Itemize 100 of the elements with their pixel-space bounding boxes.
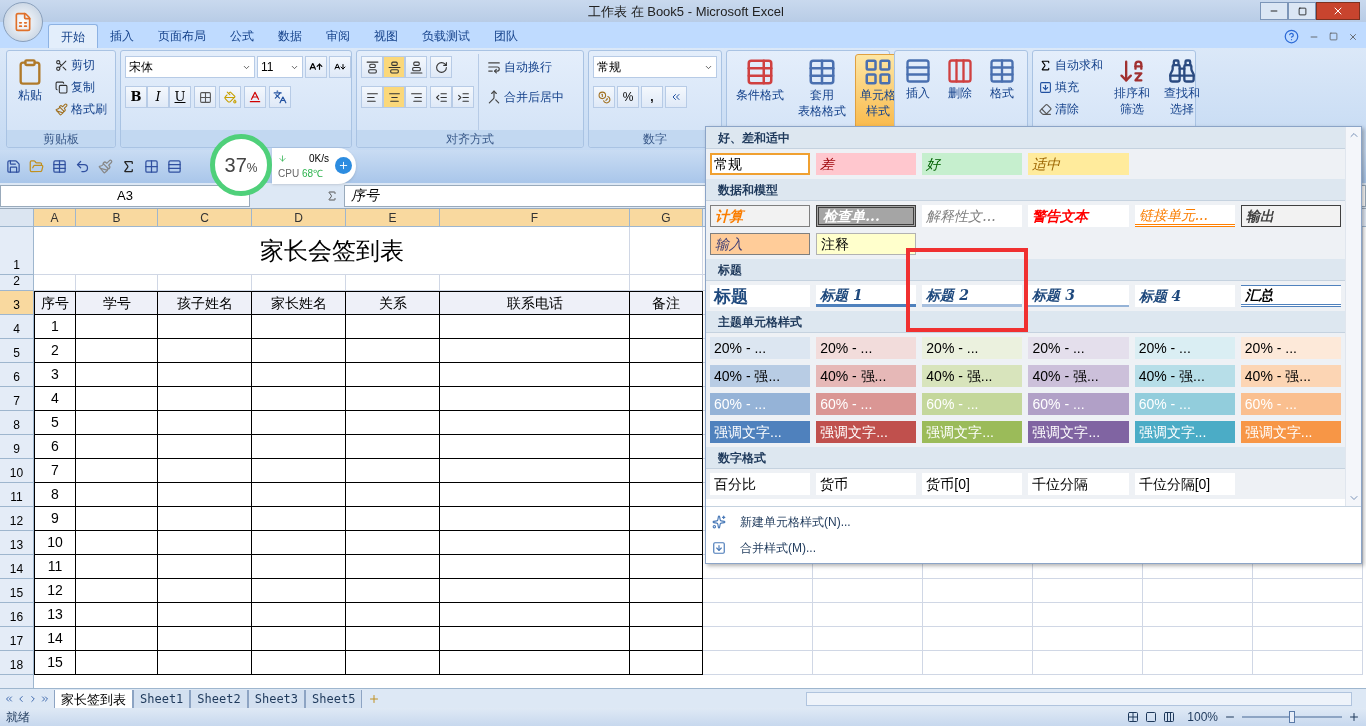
ribbon-button[interactable]: 剪切 — [53, 54, 109, 76]
row-header[interactable]: 2 — [0, 275, 34, 291]
column-header[interactable]: E — [346, 209, 440, 226]
orientation-button[interactable] — [430, 56, 452, 78]
row-header[interactable]: 11 — [0, 483, 34, 507]
ribbon-button[interactable]: 自动换行 — [485, 56, 566, 78]
style-swatch[interactable]: 强调文字... — [1028, 421, 1129, 443]
row-header[interactable]: 18 — [0, 651, 34, 675]
sheet-tab[interactable]: Sheet5 — [305, 689, 363, 708]
ribbon-button[interactable]: 删除 — [941, 54, 979, 130]
style-swatch[interactable]: 40% - 强... — [1028, 365, 1129, 387]
column-header[interactable]: D — [252, 209, 346, 226]
folder-icon[interactable] — [29, 159, 44, 174]
close-icon[interactable] — [1348, 31, 1358, 42]
row-header[interactable]: 10 — [0, 459, 34, 483]
style-swatch[interactable]: 标题 2 — [922, 285, 1023, 307]
style-swatch[interactable]: 适中 — [1028, 153, 1129, 175]
style-swatch[interactable]: 货币[0] — [922, 473, 1023, 495]
phonetic-button[interactable] — [269, 86, 291, 108]
ribbon-button[interactable]: 复制 — [53, 76, 109, 98]
ribbon-tab[interactable]: 负载测试 — [410, 24, 482, 48]
grid-icon[interactable] — [144, 159, 159, 174]
row-header[interactable]: 6 — [0, 363, 34, 387]
style-swatch[interactable]: 20% - ... — [1240, 337, 1341, 359]
currency-button[interactable] — [593, 86, 615, 108]
font-color-button[interactable] — [244, 86, 266, 108]
row-header[interactable]: 3 — [0, 291, 34, 315]
decimal-button[interactable] — [665, 86, 687, 108]
style-swatch[interactable]: 警告文本 — [1028, 205, 1129, 227]
ribbon-tab[interactable]: 插入 — [98, 24, 146, 48]
name-box[interactable]: A3 — [0, 184, 250, 207]
ribbon-button[interactable]: 清除 — [1037, 98, 1105, 120]
column-header[interactable]: G — [630, 209, 703, 226]
style-swatch[interactable]: 千位分隔 — [1028, 473, 1129, 495]
comma-button[interactable]: , — [641, 86, 663, 108]
align-middle-button[interactable] — [383, 56, 405, 78]
style-swatch[interactable]: 标题 4 — [1134, 285, 1235, 307]
align-right-button[interactable] — [405, 86, 427, 108]
style-swatch[interactable]: 差 — [816, 153, 917, 175]
align-top-button[interactable] — [361, 56, 383, 78]
percent-button[interactable]: % — [617, 86, 639, 108]
grow-font-button[interactable] — [305, 56, 327, 78]
row-header[interactable]: 8 — [0, 411, 34, 435]
zoom-slider-thumb[interactable] — [1289, 711, 1295, 723]
row-header[interactable]: 17 — [0, 627, 34, 651]
ribbon-tab[interactable]: 团队 — [482, 24, 530, 48]
ribbon-button[interactable]: 格式 — [983, 54, 1021, 130]
align-bottom-button[interactable] — [405, 56, 427, 78]
ribbon-tab[interactable]: 开始 — [48, 24, 98, 48]
ribbon-button[interactable]: 条件格式 — [731, 54, 789, 130]
style-swatch[interactable]: 标题 3 — [1028, 285, 1129, 307]
ribbon-tab[interactable]: 视图 — [362, 24, 410, 48]
style-swatch[interactable]: 20% - ... — [922, 337, 1023, 359]
style-swatch[interactable]: 好 — [922, 153, 1023, 175]
ribbon-button[interactable]: 合并后居中 — [485, 86, 566, 108]
ribbon-button[interactable]: 插入 — [899, 54, 937, 130]
increase-indent-button[interactable] — [452, 86, 474, 108]
style-swatch[interactable]: 输入 — [710, 233, 811, 255]
column-header[interactable]: F — [440, 209, 630, 226]
brush-icon[interactable] — [98, 159, 113, 174]
sheet-tab[interactable]: Sheet1 — [133, 689, 191, 708]
zoom-level[interactable]: 100% — [1187, 708, 1218, 726]
underline-button[interactable]: U — [169, 86, 191, 108]
close-button[interactable] — [1316, 2, 1360, 20]
font-size-field[interactable]: 11 — [257, 56, 303, 78]
help-icon[interactable] — [1284, 29, 1299, 44]
shrink-font-button[interactable] — [329, 56, 351, 78]
borders-button[interactable] — [194, 86, 216, 108]
row-header[interactable]: 4 — [0, 315, 34, 339]
style-swatch[interactable]: 20% - ... — [1134, 337, 1235, 359]
restore-button[interactable] — [1288, 2, 1316, 20]
ribbon-button[interactable]: 填充 — [1037, 76, 1105, 98]
ribbon-button[interactable]: 套用 表格格式 — [793, 54, 851, 130]
row-header[interactable]: 15 — [0, 579, 34, 603]
decrease-indent-button[interactable] — [430, 86, 452, 108]
menu-item[interactable]: 新建单元格样式(N)... — [706, 509, 1361, 535]
ribbon-tab[interactable]: 公式 — [218, 24, 266, 48]
style-swatch[interactable]: 百分比 — [710, 473, 811, 495]
row-header[interactable]: 5 — [0, 339, 34, 363]
row-header[interactable]: 13 — [0, 531, 34, 555]
style-swatch[interactable]: 标题 — [710, 285, 811, 307]
align-center-button[interactable] — [383, 86, 405, 108]
previous-sheet-icon[interactable] — [16, 693, 26, 704]
page-break-icon[interactable] — [1163, 711, 1176, 723]
ribbon-tab[interactable]: 审阅 — [314, 24, 362, 48]
column-header[interactable]: C — [158, 209, 252, 226]
style-swatch[interactable]: 40% - 强... — [710, 365, 811, 387]
normal-view-icon[interactable] — [1127, 711, 1140, 723]
row-header[interactable]: 14 — [0, 555, 34, 579]
ribbon-button[interactable]: 粘贴 — [11, 54, 49, 130]
style-swatch[interactable]: 注释 — [816, 233, 917, 255]
column-header[interactable]: A — [34, 209, 76, 226]
ribbon-button[interactable]: 格式刷 — [53, 98, 109, 120]
style-swatch[interactable]: 20% - ... — [816, 337, 917, 359]
sheet-tab[interactable]: Sheet2 — [190, 689, 248, 708]
zoom-in-icon[interactable] — [1348, 711, 1360, 723]
ribbon-button[interactable]: 排序和 筛选 — [1109, 54, 1155, 130]
style-swatch[interactable]: 强调文字... — [710, 421, 811, 443]
next-sheet-icon[interactable] — [28, 693, 38, 704]
sheet-tab[interactable]: 家长签到表 — [54, 689, 133, 708]
